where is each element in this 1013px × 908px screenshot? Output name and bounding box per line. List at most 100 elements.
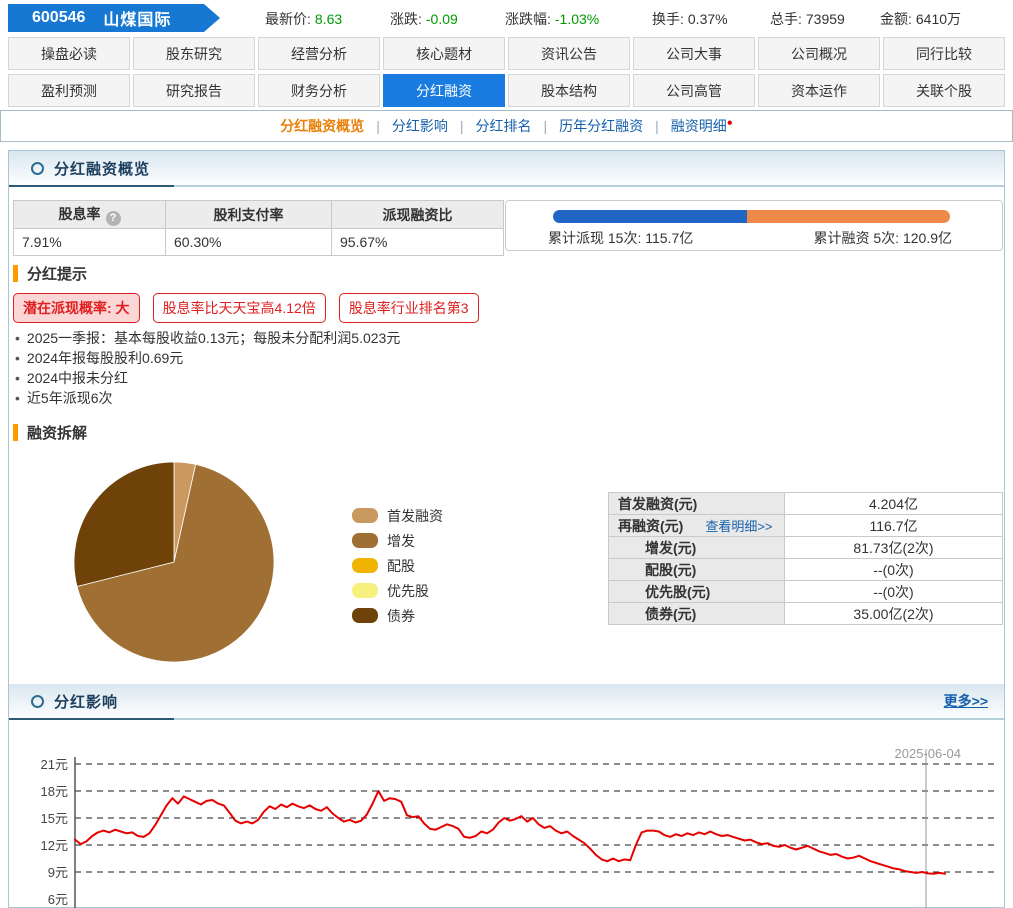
subnav-link-history[interactable]: 历年分红融资 <box>531 116 643 136</box>
nav-tab[interactable]: 公司概况 <box>758 37 880 70</box>
legend-item: 增发 <box>352 528 443 553</box>
nav-tab[interactable]: 研究报告 <box>133 74 255 107</box>
legend-swatch <box>352 608 378 623</box>
subnav-link-overview[interactable]: 分红融资概览 <box>280 116 364 136</box>
tips-header: 分红提示 <box>13 263 87 284</box>
col-dividend-yield: 股息率? <box>14 201 166 229</box>
row-value: 4.204亿 <box>785 493 1003 515</box>
payout-raise-ratio-value: 95.67% <box>332 229 504 256</box>
subnav-link-detail[interactable]: 融资明细● <box>643 116 733 136</box>
legend-item: 债券 <box>352 603 443 628</box>
bar-labels: 累计派现 15次: 115.7亿 累计融资 5次: 120.9亿 <box>506 223 1002 248</box>
stock-quote-bar: 600546 山煤国际 最新价:8.63 涨跌:-0.09 涨跌幅:-1.03%… <box>0 0 1013 36</box>
list-item: 2025一季报：基本每股收益0.13元；每股未分配利润5.023元 <box>15 328 400 348</box>
quote-label: 涨跌幅: <box>505 11 551 27</box>
subnav-link-detail-label: 融资明细 <box>671 118 727 134</box>
payout-raise-bar <box>553 210 950 223</box>
legend-label: 增发 <box>387 531 415 551</box>
orange-bar-icon <box>13 424 18 441</box>
quote-label: 涨跌: <box>390 11 422 27</box>
col-payout-raise-ratio: 派现融资比 <box>332 201 504 229</box>
main-content: 分红融资概览 股息率? 股利支付率 派现融资比 7.91% 60.30% 95.… <box>8 150 1005 908</box>
section-header-overview: 分红融资概览 <box>9 151 1004 187</box>
nav-tab[interactable]: 经营分析 <box>258 37 380 70</box>
svg-text:12元: 12元 <box>41 838 68 853</box>
financing-header: 融资拆解 <box>13 422 87 443</box>
price-chart: 21元18元15元12元9元6元2025-06-04 <box>9 744 1004 908</box>
nav-tab-active[interactable]: 分红融资 <box>383 74 505 107</box>
nav-tab[interactable]: 关联个股 <box>883 74 1005 107</box>
table-header-row: 股息率? 股利支付率 派现融资比 <box>14 201 504 229</box>
tips-badges: 潜在派现概率: 大 股息率比天天宝高4.12倍 股息率行业排名第3 <box>13 293 479 323</box>
new-indicator-dot: ● <box>727 117 733 128</box>
legend-item: 优先股 <box>352 578 443 603</box>
svg-text:21元: 21元 <box>41 757 68 772</box>
svg-text:9元: 9元 <box>48 865 68 880</box>
stock-name: 山煤国际 <box>103 6 171 30</box>
row-value: 116.7亿 <box>785 515 1003 537</box>
row-label: 配股(元) <box>609 559 785 581</box>
nav-tab[interactable]: 股东研究 <box>133 37 255 70</box>
row-value: --(0次) <box>785 581 1003 603</box>
page: 600546 山煤国际 最新价:8.63 涨跌:-0.09 涨跌幅:-1.03%… <box>0 0 1013 908</box>
quote-value: 0.37% <box>688 11 728 27</box>
quote-value: -0.09 <box>426 11 458 27</box>
table-row: 首发融资(元) 4.204亿 <box>609 493 1003 515</box>
col-label: 股利支付率 <box>214 207 284 223</box>
row-label: 增发(元) <box>609 537 785 559</box>
col-payout-ratio: 股利支付率 <box>166 201 332 229</box>
subnav-link-ranking[interactable]: 分红排名 <box>448 116 532 136</box>
view-detail-link[interactable]: 查看明细>> <box>705 519 772 534</box>
col-label: 派现融资比 <box>383 207 453 223</box>
quote-label: 换手: <box>652 11 684 27</box>
help-icon[interactable]: ? <box>106 211 121 226</box>
badge-payout-probability: 潜在派现概率: 大 <box>13 293 140 323</box>
nav-tab[interactable]: 资本运作 <box>758 74 880 107</box>
financing-pie-chart <box>64 452 284 672</box>
nav-tab[interactable]: 盈利预测 <box>8 74 130 107</box>
payout-raise-panel: 累计派现 15次: 115.7亿 累计融资 5次: 120.9亿 <box>505 200 1003 251</box>
table-value-row: 7.91% 60.30% 95.67% <box>14 229 504 256</box>
section-header-impact: 分红影响 更多>> <box>9 684 1004 720</box>
list-item: 2024中报未分红 <box>15 368 400 388</box>
quote-field: 总手:73959 <box>770 9 845 29</box>
nav-tab[interactable]: 核心题材 <box>383 37 505 70</box>
table-row: 配股(元) --(0次) <box>609 559 1003 581</box>
nav-tab[interactable]: 公司大事 <box>633 37 755 70</box>
quote-value: 6410万 <box>916 11 961 27</box>
nav-tab[interactable]: 公司高管 <box>633 74 755 107</box>
nav-tab[interactable]: 财务分析 <box>258 74 380 107</box>
svg-text:18元: 18元 <box>41 784 68 799</box>
row-value: 81.73亿(2次) <box>785 537 1003 559</box>
legend-label: 债券 <box>387 606 415 626</box>
legend-item: 配股 <box>352 553 443 578</box>
stock-code: 600546 <box>32 9 85 27</box>
overview-table: 股息率? 股利支付率 派现融资比 7.91% 60.30% 95.67% <box>13 200 504 256</box>
table-row: 再融资(元)查看明细>> 116.7亿 <box>609 515 1003 537</box>
nav-tab[interactable]: 股本结构 <box>508 74 630 107</box>
legend-swatch <box>352 533 378 548</box>
legend-swatch <box>352 583 378 598</box>
section-title: 分红影响 <box>54 691 118 712</box>
dividend-yield-value: 7.91% <box>14 229 166 256</box>
row-value: --(0次) <box>785 559 1003 581</box>
quote-value: 73959 <box>806 11 845 27</box>
nav-tab[interactable]: 同行比较 <box>883 37 1005 70</box>
quote-field: 金额:6410万 <box>880 9 961 29</box>
more-link[interactable]: 更多>> <box>944 691 988 711</box>
list-item: 2024年报每股股利0.69元 <box>15 348 400 368</box>
legend-item: 首发融资 <box>352 503 443 528</box>
table-row: 债券(元) 35.00亿(2次) <box>609 603 1003 625</box>
row-label: 债券(元) <box>609 603 785 625</box>
subnav-link-impact[interactable]: 分红影响 <box>364 116 448 136</box>
table-row: 优先股(元) --(0次) <box>609 581 1003 603</box>
nav-tab[interactable]: 操盘必读 <box>8 37 130 70</box>
nav-tab[interactable]: 资讯公告 <box>508 37 630 70</box>
row-label: 优先股(元) <box>609 581 785 603</box>
list-item: 近5年派现6次 <box>15 388 400 408</box>
orange-bar-icon <box>13 265 18 282</box>
quote-label: 最新价: <box>265 11 311 27</box>
cumulative-payout-label: 累计派现 15次: 115.7亿 <box>548 228 693 248</box>
legend-label: 首发融资 <box>387 506 443 526</box>
quote-value: -1.03% <box>555 11 599 27</box>
